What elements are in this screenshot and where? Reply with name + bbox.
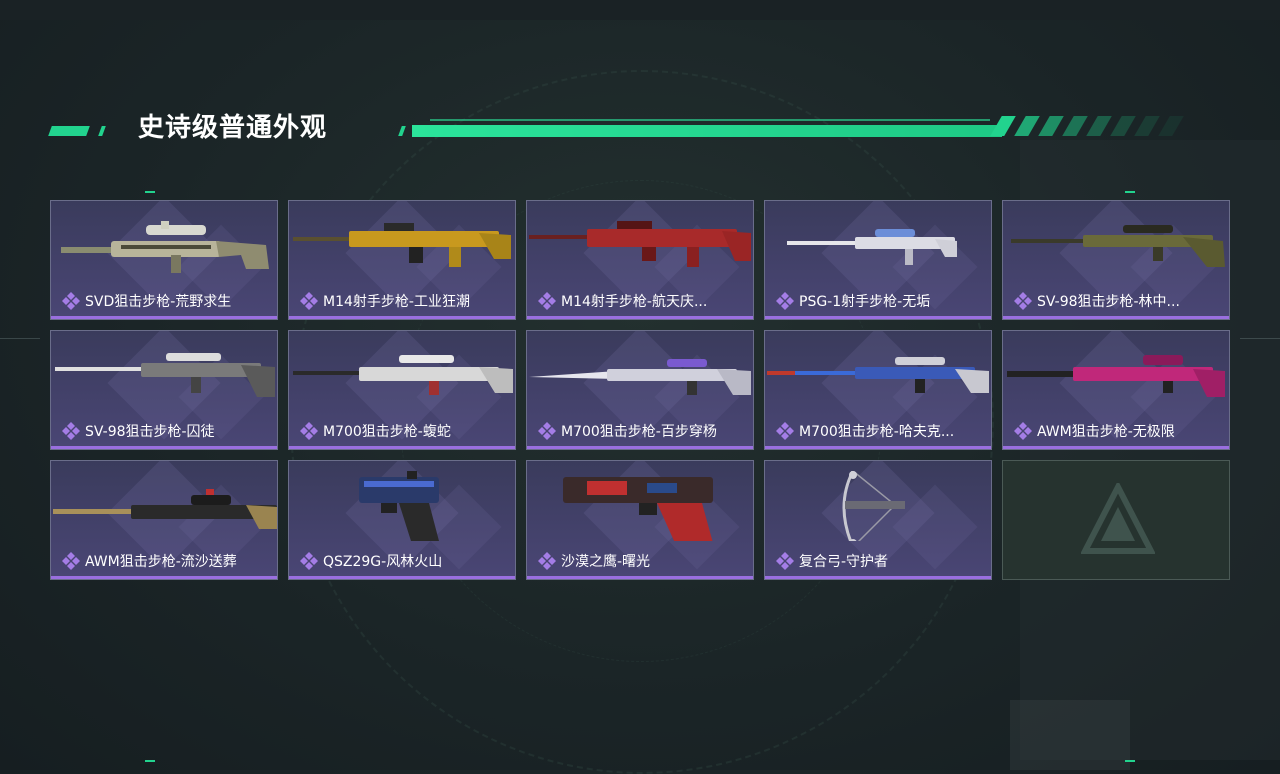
sniper-rifle-icon — [1007, 355, 1225, 397]
sniper-rifle-icon — [53, 489, 277, 529]
corner-tick — [1125, 191, 1135, 193]
epic-rarity-icon — [300, 292, 318, 310]
header-accent-bar — [398, 126, 406, 136]
epic-rarity-icon — [538, 422, 556, 440]
skin-card[interactable]: AWM狙击步枪-无极限 — [1002, 330, 1230, 450]
skin-card[interactable]: QSZ29G-风林火山 — [288, 460, 516, 580]
skin-name: SVD狙击步枪-荒野求生 — [85, 294, 232, 310]
header-stripe — [1158, 116, 1184, 136]
skin-label: QSZ29G-风林火山 — [299, 551, 509, 571]
epic-rarity-icon — [1014, 422, 1032, 440]
skin-name: 复合弓-守护者 — [799, 554, 889, 570]
skin-card[interactable]: SVD狙击步枪-荒野求生 — [50, 200, 278, 320]
header-stripe — [1110, 116, 1136, 136]
header-accent-bar-long — [412, 125, 1002, 137]
header-thin-line — [430, 119, 990, 121]
skin-label: M700狙击步枪-百步穿杨 — [537, 421, 747, 441]
sniper-rifle-icon — [61, 221, 269, 273]
epic-rarity-icon — [1014, 292, 1032, 310]
empty-slot — [1002, 460, 1230, 580]
epic-rarity-icon — [776, 422, 794, 440]
sniper-rifle-icon — [767, 357, 989, 393]
skin-name: 沙漠之鹰-曙光 — [561, 554, 651, 570]
header-accent-bar — [98, 126, 106, 136]
skin-name: AWM狙击步枪-无极限 — [1037, 424, 1175, 440]
skin-name: M700狙击步枪-哈夫克... — [799, 424, 955, 440]
header-accent-bar — [48, 126, 90, 136]
skin-name: SV-98狙击步枪-囚徒 — [85, 424, 215, 440]
compound-bow-icon — [842, 471, 905, 541]
background-panel-small — [1010, 700, 1130, 770]
header-stripe — [1062, 116, 1088, 136]
epic-rarity-icon — [62, 292, 80, 310]
skin-card[interactable]: 复合弓-守护者 — [764, 460, 992, 580]
sniper-rifle-icon — [293, 355, 513, 395]
skin-name: M700狙击步枪-百步穿杨 — [561, 424, 717, 440]
skin-label: SV-98狙击步枪-林中... — [1013, 291, 1223, 311]
skin-label: M700狙击步枪-哈夫克... — [775, 421, 985, 441]
header-stripe — [1038, 116, 1064, 136]
marksman-rifle-icon — [529, 221, 751, 267]
epic-rarity-icon — [300, 552, 318, 570]
skin-label: M700狙击步枪-蝮蛇 — [299, 421, 509, 441]
sniper-rifle-icon — [55, 353, 275, 397]
divider-right — [1240, 338, 1280, 339]
skin-card[interactable]: SV-98狙击步枪-林中... — [1002, 200, 1230, 320]
skin-card[interactable]: M700狙击步枪-哈夫克... — [764, 330, 992, 450]
skin-card[interactable]: M700狙击步枪-百步穿杨 — [526, 330, 754, 450]
header-stripe — [1014, 116, 1040, 136]
skin-label: PSG-1射手步枪-无垢 — [775, 291, 985, 311]
sniper-rifle-icon — [529, 359, 751, 395]
section-title: 史诗级普通外观 — [138, 113, 328, 143]
skin-name: M14射手步枪-工业狂潮 — [323, 294, 470, 310]
skin-card[interactable]: AWM狙击步枪-流沙送葬 — [50, 460, 278, 580]
skin-grid: SVD狙击步枪-荒野求生 M14射手步枪-工业狂潮 M14射手步枪-航天庆...… — [50, 200, 1230, 580]
skin-name: M700狙击步枪-蝮蛇 — [323, 424, 451, 440]
skin-name: SV-98狙击步枪-林中... — [1037, 294, 1180, 310]
game-logo-icon — [1081, 483, 1155, 554]
skin-name: PSG-1射手步枪-无垢 — [799, 294, 931, 310]
skin-label: 复合弓-守护者 — [775, 551, 985, 571]
epic-rarity-icon — [538, 552, 556, 570]
divider-left — [0, 338, 40, 339]
header-stripe — [1134, 116, 1160, 136]
epic-rarity-icon — [62, 552, 80, 570]
skin-name: AWM狙击步枪-流沙送葬 — [85, 554, 237, 570]
skin-label: SVD狙击步枪-荒野求生 — [61, 291, 271, 311]
header-stripe — [1086, 116, 1112, 136]
skin-card[interactable]: M14射手步枪-工业狂潮 — [288, 200, 516, 320]
corner-tick — [145, 760, 155, 762]
epic-rarity-icon — [62, 422, 80, 440]
corner-tick — [145, 191, 155, 193]
epic-rarity-icon — [776, 552, 794, 570]
corner-tick — [1125, 760, 1135, 762]
epic-rarity-icon — [300, 422, 318, 440]
skin-card[interactable]: 沙漠之鹰-曙光 — [526, 460, 754, 580]
marksman-rifle-icon — [787, 229, 957, 265]
skin-label: SV-98狙击步枪-囚徒 — [61, 421, 271, 441]
skin-name: M14射手步枪-航天庆... — [561, 294, 708, 310]
top-bar — [0, 0, 1280, 20]
skin-label: M14射手步枪-工业狂潮 — [299, 291, 509, 311]
skin-name: QSZ29G-风林火山 — [323, 554, 443, 570]
epic-rarity-icon — [538, 292, 556, 310]
skin-card[interactable]: SV-98狙击步枪-囚徒 — [50, 330, 278, 450]
skin-label: AWM狙击步枪-无极限 — [1013, 421, 1223, 441]
skin-label: M14射手步枪-航天庆... — [537, 291, 747, 311]
epic-rarity-icon — [776, 292, 794, 310]
marksman-rifle-icon — [293, 223, 511, 267]
skin-card[interactable]: PSG-1射手步枪-无垢 — [764, 200, 992, 320]
skin-label: 沙漠之鹰-曙光 — [537, 551, 747, 571]
skin-card[interactable]: M14射手步枪-航天庆... — [526, 200, 754, 320]
skin-label: AWM狙击步枪-流沙送葬 — [61, 551, 271, 571]
sniper-rifle-icon — [1011, 225, 1225, 267]
skin-card[interactable]: M700狙击步枪-蝮蛇 — [288, 330, 516, 450]
pistol-icon — [359, 471, 439, 541]
pistol-icon — [563, 477, 713, 541]
